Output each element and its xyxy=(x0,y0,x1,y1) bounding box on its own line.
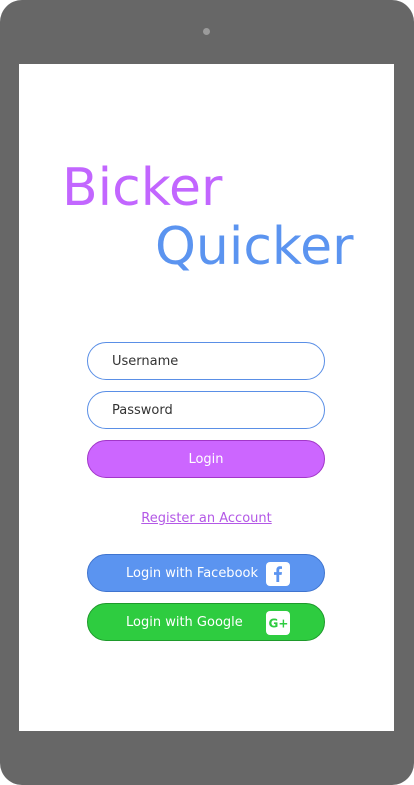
username-input[interactable] xyxy=(112,353,302,369)
login-button-label: Login xyxy=(188,451,224,467)
svg-text:G+: G+ xyxy=(269,617,289,631)
facebook-icon xyxy=(266,562,290,586)
device-frame: Bicker Quicker Login Register an Account… xyxy=(0,0,414,785)
google-button-label: Login with Google xyxy=(126,615,243,630)
password-field[interactable] xyxy=(87,391,325,429)
login-with-facebook-button[interactable]: Login with Facebook xyxy=(87,554,325,592)
register-account-link[interactable]: Register an Account xyxy=(19,511,394,526)
google-plus-icon: G+ xyxy=(266,611,290,635)
login-with-google-button[interactable]: Login with Google G+ xyxy=(87,603,325,641)
facebook-button-label: Login with Facebook xyxy=(126,566,258,581)
logo-bicker: Bicker xyxy=(62,158,223,218)
password-input[interactable] xyxy=(112,402,302,418)
username-field[interactable] xyxy=(87,342,325,380)
app-screen: Bicker Quicker Login Register an Account… xyxy=(19,64,394,731)
logo-quicker: Quicker xyxy=(155,217,354,277)
login-button[interactable]: Login xyxy=(87,440,325,478)
camera-dot xyxy=(203,28,210,35)
